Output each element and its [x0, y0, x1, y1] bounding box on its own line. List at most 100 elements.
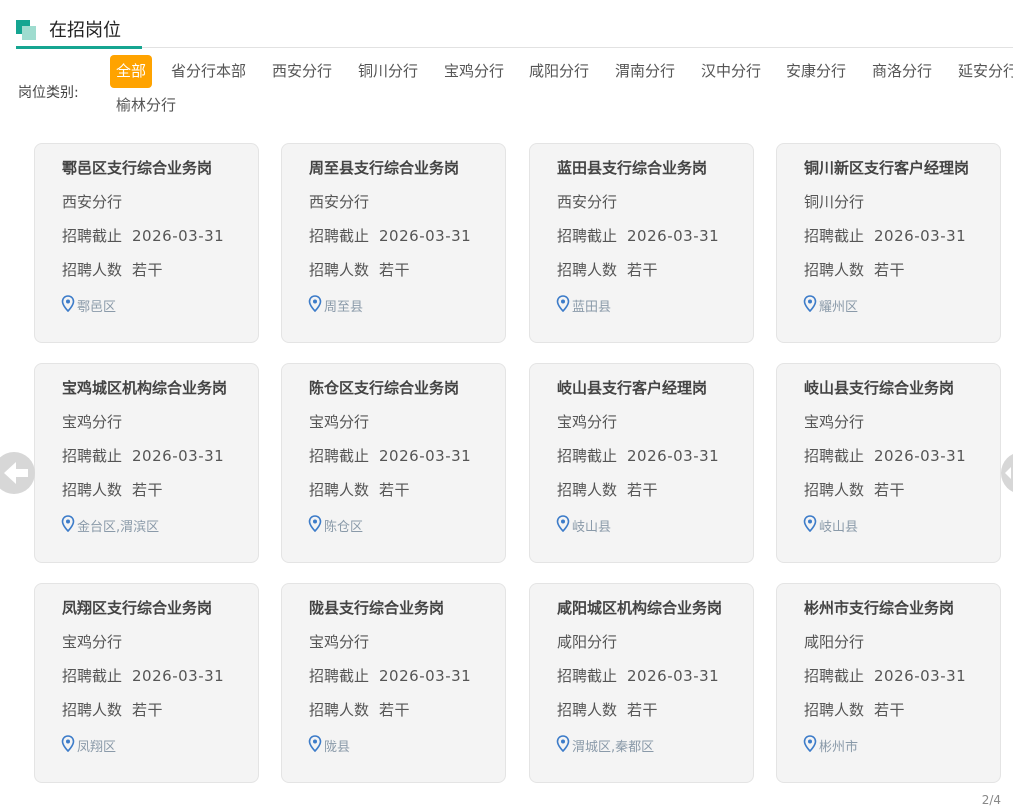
job-deadline: 招聘截止 2026-03-31 [62, 225, 224, 246]
job-card[interactable]: 周至县支行综合业务岗 西安分行 招聘截止 2026-03-31 招聘人数 若干 周至县 [281, 143, 506, 343]
job-deadline: 招聘截止 2026-03-31 [804, 445, 966, 466]
job-headcount: 招聘人数 若干 [557, 699, 658, 720]
deadline-label: 招聘截止 [557, 667, 618, 685]
job-card[interactable]: 陈仓区支行综合业务岗 宝鸡分行 招聘截止 2026-03-31 招聘人数 若干 陈仓区 [281, 363, 506, 563]
headcount-label: 招聘人数 [804, 261, 865, 279]
job-location: 陈仓区 [308, 515, 363, 536]
location-text: 陈仓区 [324, 520, 364, 535]
job-card[interactable]: 宝鸡城区机构综合业务岗 宝鸡分行 招聘截止 2026-03-31 招聘人数 若干 金台区,渭… [34, 363, 259, 563]
header-divider [16, 47, 1013, 48]
job-card[interactable]: 岐山县支行综合业务岗 宝鸡分行 招聘截止 2026-03-31 招聘人数 若干 岐山县 [776, 363, 1001, 563]
headcount-label: 招聘人数 [557, 481, 618, 499]
filter-chip-weinan[interactable]: 渭南分行 [615, 55, 675, 88]
job-card[interactable]: 陇县支行综合业务岗 宝鸡分行招聘截止 2026-03-31 招聘人数 若干 陇县 [281, 583, 506, 783]
deadline-label: 招聘截止 [62, 447, 123, 465]
location-pin-icon [61, 735, 77, 756]
location-text: 耀州区 [819, 300, 859, 315]
location-text: 蓝田县 [572, 300, 612, 315]
job-card[interactable]: 彬州市支行综合业务岗 咸阳分行 招聘截止 2026-03-31 招聘人数 若干 彬州市 [776, 583, 1001, 783]
job-branch: 咸阳分行 [804, 633, 865, 651]
job-headcount: 招聘人数 若干 [309, 699, 410, 720]
headcount-label: 招聘人数 [309, 481, 370, 499]
category-filter: 全部 省分行本部 西安分行 铜川分行 宝鸡分行 咸阳分行 渭南分行 汉中分行 安… [110, 55, 1013, 125]
job-card[interactable]: 岐山县支行客户经理岗 宝鸡分行 招聘截止 2026-03-31 招聘人数 若干 岐山县 [529, 363, 754, 563]
filter-chip-shangluo[interactable]: 商洛分行 [872, 55, 932, 88]
job-branch: 宝鸡分行 [309, 633, 370, 651]
job-headcount: 招聘人数 若干 [804, 699, 905, 720]
job-title: 陈仓区支行综合业务岗 [309, 379, 460, 397]
job-title: 岐山县支行综合业务岗 [804, 379, 955, 397]
job-location: 蓝田县 [556, 295, 611, 316]
headcount-label: 招聘人数 [62, 261, 123, 279]
headcount-label: 招聘人数 [62, 701, 123, 719]
job-headcount: 招聘人数 若干 [309, 259, 410, 280]
location-pin-icon [61, 515, 77, 536]
next-page-button[interactable] [1001, 451, 1013, 495]
filter-chip-yanan[interactable]: 延安分行 [958, 55, 1013, 88]
deadline-value: 2026-03-31 [379, 227, 472, 245]
job-branch: 西安分行 [62, 193, 123, 211]
deadline-label: 招聘截止 [557, 227, 618, 245]
job-location: 金台区,渭滨区 [61, 515, 159, 536]
job-headcount: 招聘人数 若干 [62, 699, 163, 720]
job-headcount: 招聘人数 若干 [804, 479, 905, 500]
location-text: 凤翔区 [77, 740, 117, 755]
filter-chip-xian[interactable]: 西安分行 [272, 55, 332, 88]
job-branch: 宝鸡分行 [557, 413, 618, 431]
deadline-label: 招聘截止 [804, 227, 865, 245]
job-card[interactable]: 蓝田县支行综合业务岗 西安分行 招聘截止 2026-03-31 招聘人数 若干 蓝田县 [529, 143, 754, 343]
location-text: 金台区,渭滨区 [77, 520, 160, 535]
location-pin-icon [803, 515, 819, 536]
headcount-label: 招聘人数 [557, 261, 618, 279]
headcount-value: 若干 [132, 701, 164, 719]
headcount-label: 招聘人数 [557, 701, 618, 719]
job-card[interactable]: 咸阳城区机构综合业务岗 咸阳分行 招聘截止 2026-03-31 招聘人数 若干 渭城区,秦… [529, 583, 754, 783]
job-title: 周至县支行综合业务岗 [309, 159, 460, 177]
deadline-label: 招聘截止 [804, 667, 865, 685]
deadline-value: 2026-03-31 [874, 667, 967, 685]
headcount-label: 招聘人数 [62, 481, 123, 499]
job-card[interactable]: 铜川新区支行客户经理岗 铜川分行 招聘截止 2026-03-31 招聘人数 若干 耀州区 [776, 143, 1001, 343]
deadline-value: 2026-03-31 [132, 447, 225, 465]
filter-chip-ankang[interactable]: 安康分行 [786, 55, 846, 88]
job-branch: 宝鸡分行 [62, 633, 123, 651]
prev-page-button[interactable] [0, 451, 40, 495]
deadline-value: 2026-03-31 [132, 667, 225, 685]
filter-chip-tongchuan[interactable]: 铜川分行 [358, 55, 418, 88]
filter-chip-baoji[interactable]: 宝鸡分行 [444, 55, 504, 88]
job-headcount: 招聘人数 若干 [804, 259, 905, 280]
deadline-value: 2026-03-31 [379, 667, 472, 685]
filter-chip-hq[interactable]: 省分行本部 [171, 55, 246, 88]
job-title: 彬州市支行综合业务岗 [804, 599, 955, 617]
job-headcount: 招聘人数 若干 [62, 259, 163, 280]
job-location: 渭城区,秦都区 [556, 735, 654, 756]
job-headcount: 招聘人数 若干 [557, 259, 658, 280]
job-headcount: 招聘人数 若干 [62, 479, 163, 500]
job-title: 鄠邑区支行综合业务岗 [62, 159, 213, 177]
job-branch: 咸阳分行 [557, 633, 618, 651]
job-location: 耀州区 [803, 295, 858, 316]
job-location: 鄠邑区 [61, 295, 116, 316]
deadline-label: 招聘截止 [62, 667, 123, 685]
job-title: 陇县支行综合业务岗 [309, 599, 445, 617]
job-title: 咸阳城区机构综合业务岗 [557, 599, 723, 617]
job-deadline: 招聘截止 2026-03-31 [309, 665, 471, 686]
job-deadline: 招聘截止 2026-03-31 [62, 445, 224, 466]
job-card[interactable]: 凤翔区支行综合业务岗 宝鸡分行招聘截止 2026-03-31 招聘人数 若干凤翔区 [34, 583, 259, 783]
location-pin-icon [556, 735, 572, 756]
job-title: 凤翔区支行综合业务岗 [62, 599, 213, 617]
arrow-right-icon [1001, 454, 1013, 492]
job-deadline: 招聘截止 2026-03-31 [557, 225, 719, 246]
job-card[interactable]: 鄠邑区支行综合业务岗 西安分行招聘截止 2026-03-31 招聘人数 若干鄠邑区 [34, 143, 259, 343]
filter-chip-hanzhong[interactable]: 汉中分行 [701, 55, 761, 88]
headcount-label: 招聘人数 [804, 481, 865, 499]
filter-chip-yulin[interactable]: 榆林分行 [116, 89, 176, 122]
location-pin-icon [61, 295, 77, 316]
deadline-label: 招聘截止 [62, 227, 123, 245]
location-text: 鄠邑区 [77, 300, 117, 315]
page-title: 在招岗位 [49, 20, 121, 41]
filter-chip-xianyang[interactable]: 咸阳分行 [529, 55, 589, 88]
filter-chip-all[interactable]: 全部 [110, 55, 153, 88]
location-text: 渭城区,秦都区 [572, 740, 655, 755]
job-location: 陇县 [308, 735, 350, 756]
